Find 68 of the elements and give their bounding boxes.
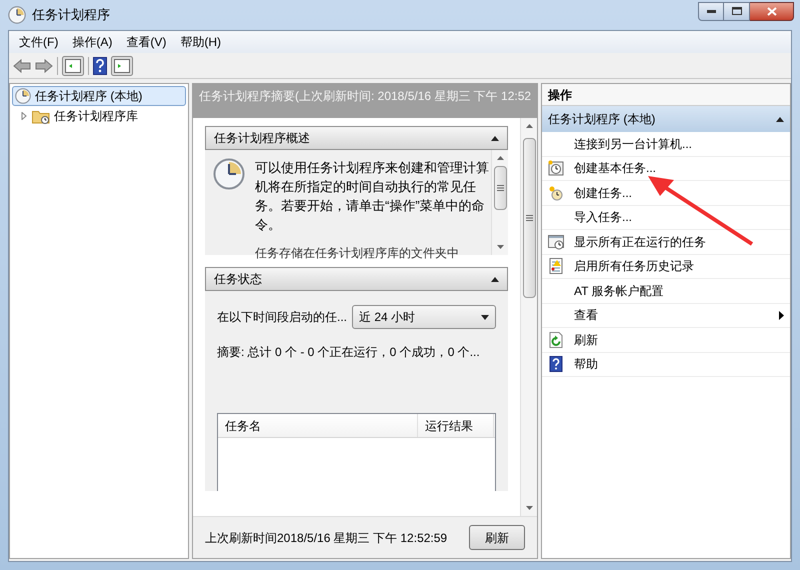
forward-arrow-icon[interactable] — [35, 58, 53, 72]
close-button[interactable] — [750, 2, 794, 20]
summary-header: 任务计划程序摘要(上次刷新时间: 2018/5/16 星期三 下午 12:52 — [193, 84, 537, 118]
maximize-button[interactable] — [724, 2, 750, 20]
menu-item[interactable]: 操作(A) — [66, 33, 118, 51]
action-item[interactable]: 查看 — [542, 304, 790, 328]
maximize-icon — [732, 7, 742, 15]
action-item[interactable]: 刷新 — [542, 328, 790, 352]
refresh-button[interactable]: 刷新 — [469, 525, 525, 550]
collapse-caret-icon[interactable] — [491, 136, 499, 140]
scrollbar[interactable] — [520, 118, 537, 516]
status-summary: 摘要: 总计 0 个 - 0 个正在运行，0 个成功，0 个... — [217, 344, 481, 361]
section-header[interactable]: 任务状态 — [205, 267, 508, 291]
last-refresh-text: 上次刷新时间2018/5/16 星期三 下午 12:52:59 — [205, 530, 448, 546]
submenu-arrow-icon — [779, 310, 784, 320]
scroll-down-arrow-icon[interactable] — [526, 506, 532, 510]
action-item[interactable]: 帮助 — [542, 352, 790, 377]
clock-star-icon — [548, 184, 564, 201]
scroll-up-arrow-icon[interactable] — [526, 124, 532, 128]
expand-triangle-icon[interactable] — [20, 112, 28, 120]
action-item[interactable]: 显示所有正在运行的任务 — [542, 230, 790, 254]
clock-icon — [213, 158, 245, 190]
window-title: 任务计划程序 — [32, 6, 110, 24]
action-item[interactable]: 导入任务... — [542, 206, 790, 230]
overview-text: 可以使用任务计划程序来创建和管理计算机将在所指定的时间自动执行的常见任务。若要开始，请单击“操作”菜单中的命令。 — [255, 159, 490, 234]
action-item[interactable]: 启用所有任务历史记录 — [542, 254, 790, 279]
scroll-down-arrow-icon[interactable] — [496, 245, 504, 249]
action-item[interactable]: AT 服务帐户配置 — [542, 279, 790, 304]
collapse-caret-icon[interactable] — [491, 276, 499, 282]
dropdown-arrow-icon — [481, 314, 489, 320]
scroll-up-arrow-icon[interactable] — [496, 156, 504, 160]
minimize-button[interactable] — [698, 2, 724, 20]
collapse-caret-icon[interactable] — [776, 116, 784, 122]
section-title: 任务计划程序概述 — [214, 130, 310, 147]
clock-icon — [15, 88, 31, 104]
log-list-icon — [548, 258, 564, 274]
calendar-clock-icon — [548, 160, 564, 176]
folder-clock-icon — [32, 108, 50, 124]
scrollbar-thumb[interactable] — [522, 138, 536, 298]
panel-toggle-icon[interactable] — [111, 56, 133, 76]
menu-item[interactable]: 文件(F) — [13, 33, 64, 51]
tree-item[interactable]: 任务计划程序库 — [20, 106, 188, 126]
period-label: 在以下时间段启动的任... — [217, 309, 348, 326]
close-icon — [766, 6, 776, 16]
menu-item[interactable]: 查看(V) — [120, 33, 172, 51]
actions-group-header[interactable]: 任务计划程序 (本地) — [542, 106, 790, 132]
column-header[interactable]: 运行结果 — [418, 414, 494, 437]
actions-header: 操作 — [542, 84, 790, 106]
section-title: 任务状态 — [214, 271, 262, 288]
overview-text: 任务存储在任务计划程序库的文件夹中 — [255, 246, 460, 260]
grip-icon — [526, 215, 532, 221]
window-clock-icon — [548, 234, 564, 250]
help-icon[interactable] — [93, 56, 107, 74]
column-header[interactable]: 任务名 — [218, 414, 418, 437]
back-arrow-icon[interactable] — [13, 58, 31, 72]
app-clock-icon — [8, 6, 26, 24]
panel-toggle-icon[interactable] — [62, 56, 84, 76]
scrollbar[interactable] — [491, 150, 508, 255]
refresh-icon — [548, 332, 564, 348]
minimize-icon — [706, 10, 716, 12]
scrollbar-thumb[interactable] — [494, 166, 506, 210]
tree-item[interactable]: 任务计划程序 (本地) — [12, 86, 186, 106]
help-icon — [548, 356, 564, 372]
section-header[interactable]: 任务计划程序概述 — [205, 126, 508, 150]
grip-icon — [496, 185, 504, 191]
menu-item[interactable]: 帮助(H) — [174, 33, 227, 51]
period-dropdown[interactable]: 近 24 小时 — [352, 305, 496, 329]
action-item[interactable]: 连接到另一台计算机... — [542, 132, 790, 156]
